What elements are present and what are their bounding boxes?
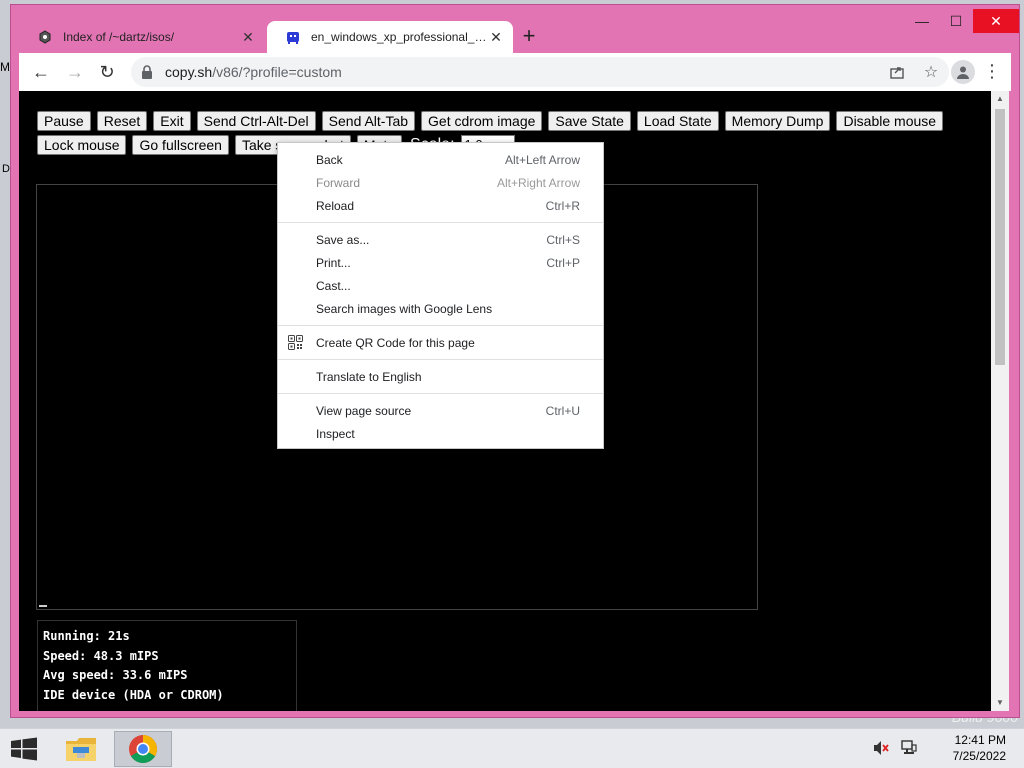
close-icon[interactable]: ✕	[239, 28, 257, 46]
ctx-shortcut: Ctrl+U	[545, 403, 580, 418]
send-ctrl-alt-del-button[interactable]: Send Ctrl-Alt-Del	[196, 111, 316, 131]
load-state-button[interactable]: Load State	[636, 111, 719, 131]
close-window-button[interactable]: ✕	[973, 9, 1019, 33]
tab-isos-index[interactable]: Index of /~dartz/isos/ ✕	[19, 21, 265, 53]
ctx-create-qr[interactable]: Create QR Code for this page	[278, 331, 603, 354]
clock-date: 7/25/2022	[952, 749, 1006, 763]
ctx-label: Save as...	[316, 232, 370, 247]
ctx-label: Reload	[316, 198, 355, 213]
windows-start-icon[interactable]	[10, 737, 38, 761]
ctx-shortcut: Ctrl+R	[545, 198, 580, 213]
title-bar[interactable]: Index of /~dartz/isos/ ✕ en_windows_xp_p…	[11, 5, 1019, 53]
new-tab-button[interactable]: +	[517, 25, 541, 49]
back-button[interactable]: ←	[27, 59, 55, 85]
maximize-button[interactable]: ☐	[939, 9, 973, 33]
disable-mouse-button[interactable]: Disable mouse	[836, 111, 944, 131]
ctx-label: Forward	[316, 175, 361, 190]
ctx-label: Create QR Code for this page	[316, 335, 475, 350]
memory-dump-button[interactable]: Memory Dump	[724, 111, 831, 131]
url-path: /v86/?profile=custom	[212, 64, 342, 80]
url-host: copy.sh	[165, 64, 213, 80]
tab-v86-emulator[interactable]: en_windows_xp_professional_with ✕	[267, 21, 513, 53]
scroll-up-arrow-icon[interactable]: ▲	[995, 94, 1005, 104]
menu-separator	[278, 325, 603, 326]
forward-button[interactable]: →	[61, 59, 89, 85]
control-row-1: Pause Reset Exit Send Ctrl-Alt-Del Send …	[37, 111, 944, 131]
minimize-button[interactable]: —	[905, 9, 939, 33]
speed: Speed: 48.3 mIPS	[43, 648, 159, 663]
save-state-button[interactable]: Save State	[548, 111, 631, 131]
taskbar-clock[interactable]: 12:41 PM 7/25/2022	[953, 732, 1006, 764]
close-icon[interactable]: ✕	[487, 28, 505, 46]
v86-favicon-icon	[285, 29, 301, 45]
ctx-label: Inspect	[316, 426, 355, 441]
ctx-shortcut: Alt+Right Arrow	[496, 175, 580, 190]
share-icon[interactable]	[887, 62, 907, 82]
menu-separator	[278, 359, 603, 360]
context-menu: Back Alt+Left Arrow Forward Alt+Right Ar…	[277, 142, 604, 449]
send-alt-tab-button[interactable]: Send Alt-Tab	[321, 111, 416, 131]
taskbar: 12:41 PM 7/25/2022	[0, 728, 1024, 768]
running-time: Running: 21s	[43, 629, 130, 643]
ctx-reload[interactable]: Reload Ctrl+R	[278, 194, 603, 217]
ctx-back[interactable]: Back Alt+Left Arrow	[278, 148, 603, 171]
chrome-taskbar-icon[interactable]	[114, 731, 172, 767]
system-tray	[872, 739, 918, 762]
menu-separator	[278, 393, 603, 394]
ctx-shortcut: Ctrl+P	[546, 255, 580, 270]
page-favicon-icon	[37, 29, 53, 45]
network-icon[interactable]	[900, 739, 918, 762]
emulator-stats-panel: Running: 21s Speed: 48.3 mIPS Avg speed:…	[37, 620, 297, 711]
ide-device: IDE device (HDA or CDROM)	[43, 687, 224, 702]
volume-muted-icon[interactable]	[872, 739, 890, 762]
get-cdrom-image-button[interactable]: Get cdrom image	[421, 111, 543, 131]
reset-button[interactable]: Reset	[96, 111, 148, 131]
ctx-label: Cast...	[316, 278, 351, 293]
ctx-label: View page source	[316, 403, 412, 418]
pause-button[interactable]: Pause	[37, 111, 91, 131]
scroll-down-arrow-icon[interactable]: ▼	[995, 698, 1005, 708]
qr-code-icon	[288, 335, 303, 350]
ctx-label: Translate to English	[316, 369, 422, 384]
lock-mouse-button[interactable]: Lock mouse	[37, 135, 127, 155]
url-text[interactable]: copy.sh/v86/?profile=custom	[165, 64, 342, 80]
ctx-translate[interactable]: Translate to English	[278, 365, 603, 388]
address-bar[interactable]: copy.sh/v86/?profile=custom ☆	[131, 57, 949, 87]
tab-title: Index of /~dartz/isos/	[63, 30, 175, 44]
ctx-label: Print...	[316, 255, 351, 270]
exit-button[interactable]: Exit	[153, 111, 191, 131]
go-fullscreen-button[interactable]: Go fullscreen	[132, 135, 229, 155]
ctx-shortcut: Alt+Left Arrow	[504, 152, 580, 167]
ctx-forward[interactable]: Forward Alt+Right Arrow	[278, 171, 603, 194]
text-cursor	[39, 605, 47, 607]
ctx-google-lens[interactable]: Search images with Google Lens	[278, 297, 603, 320]
ctx-label: Search images with Google Lens	[316, 301, 493, 316]
browser-toolbar: ← → ↻ copy.sh/v86/?profile=custom ☆ ⋮	[19, 53, 1011, 91]
profile-avatar-icon[interactable]	[951, 60, 975, 84]
ctx-label: Back	[316, 152, 343, 167]
menu-separator	[278, 222, 603, 223]
ctx-save-as[interactable]: Save as... Ctrl+S	[278, 228, 603, 251]
ctx-view-source[interactable]: View page source Ctrl+U	[278, 399, 603, 422]
ctx-cast[interactable]: Cast...	[278, 274, 603, 297]
tab-title: en_windows_xp_professional_with	[311, 30, 487, 44]
ctx-inspect[interactable]: Inspect	[278, 422, 603, 445]
omnibox-actions: ☆	[887, 62, 941, 82]
ctx-print[interactable]: Print... Ctrl+P	[278, 251, 603, 274]
window-controls: — ☐ ✕	[905, 9, 1019, 33]
vertical-scrollbar[interactable]: ▲ ▼	[991, 91, 1009, 711]
avg-speed: Avg speed: 33.6 mIPS	[43, 668, 188, 682]
file-explorer-icon[interactable]	[56, 731, 106, 767]
clock-time: 12:41 PM	[954, 733, 1006, 747]
ctx-shortcut: Ctrl+S	[546, 232, 580, 247]
reload-button[interactable]: ↻	[93, 59, 121, 85]
chrome-menu-icon[interactable]: ⋮	[983, 61, 1001, 83]
scroll-thumb[interactable]	[995, 109, 1005, 365]
bookmark-star-icon[interactable]: ☆	[921, 62, 941, 82]
lock-icon[interactable]	[141, 65, 155, 79]
